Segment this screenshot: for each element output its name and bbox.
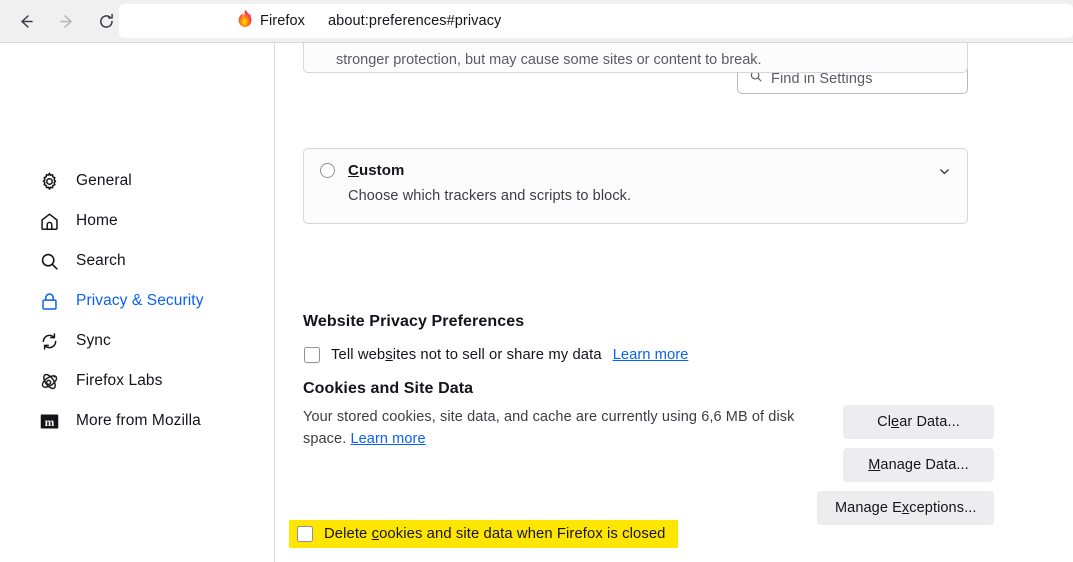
home-icon — [38, 210, 60, 232]
tell-label-pre: Tell web — [331, 347, 385, 363]
preferences-sidebar: General Home Search — [0, 43, 274, 562]
preferences-page: General Home Search — [0, 43, 1073, 562]
firefox-identity-chip[interactable]: Firefox — [228, 8, 315, 34]
chevron-down-icon[interactable] — [938, 165, 951, 183]
sidebar-item-sync[interactable]: Sync — [30, 321, 258, 361]
clear-data-post: ar Data... — [899, 414, 960, 430]
delete-cookies-label: Delete cookies and site data when Firefo… — [324, 526, 666, 542]
manage-data-accesskey: M — [868, 457, 880, 473]
sidebar-item-label: Privacy & Security — [76, 292, 204, 310]
reload-icon — [97, 12, 116, 31]
identity-chip-label: Firefox — [260, 13, 305, 29]
url-text: about:preferences#privacy — [328, 13, 501, 29]
cookies-description: Your stored cookies, site data, and cach… — [303, 406, 803, 450]
sidebar-item-more-from-mozilla[interactable]: m More from Mozilla — [30, 401, 258, 441]
svg-text:m: m — [44, 416, 54, 428]
delete-cookies-on-close-row[interactable]: Delete cookies and site data when Firefo… — [289, 520, 678, 548]
sidebar-item-label: Firefox Labs — [76, 372, 163, 390]
sync-icon — [38, 330, 60, 352]
tell-websites-checkbox[interactable] — [304, 347, 320, 363]
tell-label-accesskey: s — [385, 347, 393, 363]
atom-icon — [38, 370, 60, 392]
tell-websites-learn-more-link[interactable]: Learn more — [613, 347, 689, 363]
sidebar-item-home[interactable]: Home — [30, 201, 258, 241]
cookies-button-column: Clear Data... Manage Data... Manage Exce… — [817, 405, 994, 525]
clipped-panel-text: stronger protection, but may cause some … — [336, 52, 762, 68]
delete-cookies-checkbox[interactable] — [297, 526, 313, 542]
cookies-learn-more-link[interactable]: Learn more — [350, 431, 425, 447]
custom-panel-title: Custom — [348, 162, 404, 179]
forward-arrow-icon — [57, 12, 76, 31]
tell-websites-row[interactable]: Tell websites not to sell or share my da… — [304, 347, 688, 363]
sidebar-item-label: Home — [76, 212, 118, 230]
forward-button[interactable] — [49, 4, 83, 38]
address-bar[interactable]: Firefox about:preferences#privacy — [119, 4, 1073, 38]
back-button[interactable] — [9, 4, 43, 38]
sidebar-item-label: Sync — [76, 332, 111, 350]
sidebar-item-firefox-labs[interactable]: Firefox Labs — [30, 361, 258, 401]
mozilla-m-icon: m — [38, 410, 60, 432]
tell-websites-label: Tell websites not to sell or share my da… — [331, 347, 602, 363]
firefox-logo-icon — [236, 10, 253, 32]
custom-title-rest: ustom — [359, 162, 405, 179]
clear-data-accesskey: e — [891, 414, 899, 430]
browser-toolbar: Firefox about:preferences#privacy — [0, 0, 1073, 43]
sidebar-item-label: General — [76, 172, 132, 190]
custom-panel-description: Choose which trackers and scripts to blo… — [348, 188, 951, 204]
search-icon — [38, 250, 60, 272]
delete-label-pre: Delete — [324, 526, 372, 542]
manage-exceptions-pre: Manage E — [835, 500, 902, 516]
delete-label-post: ookies and site data when Firefox is clo… — [379, 526, 665, 542]
preferences-content: Find in Settings stronger protection, bu… — [275, 43, 1073, 562]
cookies-heading: Cookies and Site Data — [303, 380, 473, 398]
gear-icon — [38, 170, 60, 192]
manage-data-post: anage Data... — [880, 457, 968, 473]
custom-title-accesskey: C — [348, 162, 359, 179]
clear-data-button[interactable]: Clear Data... — [843, 405, 994, 439]
sidebar-item-privacy-and-security[interactable]: Privacy & Security — [30, 281, 258, 321]
sidebar-item-search[interactable]: Search — [30, 241, 258, 281]
website-privacy-heading: Website Privacy Preferences — [303, 313, 524, 331]
manage-data-button[interactable]: Manage Data... — [843, 448, 994, 482]
clear-data-pre: Cl — [877, 414, 891, 430]
custom-protection-panel[interactable]: Custom Choose which trackers and scripts… — [303, 148, 968, 224]
manage-exceptions-button[interactable]: Manage Exceptions... — [817, 491, 994, 525]
reload-button[interactable] — [89, 4, 123, 38]
delete-label-accesskey: c — [372, 526, 380, 542]
lock-icon — [38, 290, 60, 312]
manage-exceptions-post: ceptions... — [909, 500, 976, 516]
custom-radio-button[interactable] — [320, 163, 335, 178]
tracking-protection-panel-clipped[interactable]: stronger protection, but may cause some … — [303, 43, 968, 73]
sidebar-item-general[interactable]: General — [30, 161, 258, 201]
tell-label-post: ites not to sell or share my data — [393, 347, 602, 363]
back-arrow-icon — [17, 12, 36, 31]
sidebar-item-label: More from Mozilla — [76, 412, 201, 430]
sidebar-item-label: Search — [76, 252, 126, 270]
